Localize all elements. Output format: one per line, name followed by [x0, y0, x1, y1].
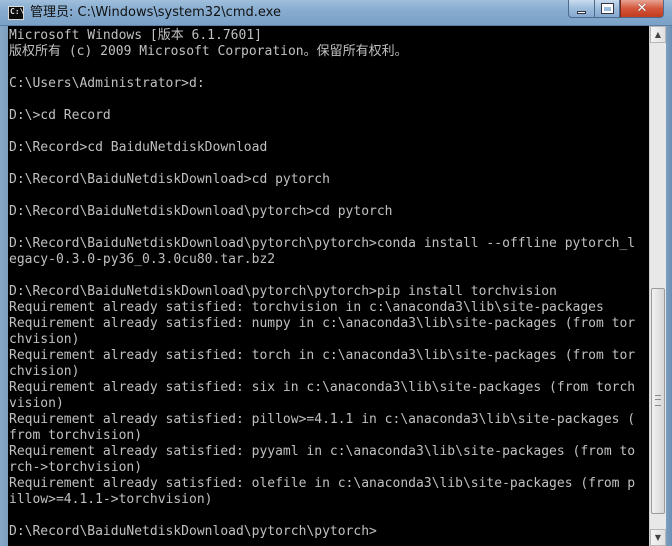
scroll-down-button[interactable]: ▼	[650, 529, 666, 546]
console-line: C:\Users\Administrator>d:	[9, 76, 205, 91]
title-bar[interactable]: C:\ 管理员: C:\Windows\system32\cmd.exe ✕	[0, 0, 672, 26]
scroll-up-icon: ▲	[654, 30, 662, 39]
cmd-icon[interactable]: C:\	[8, 6, 24, 20]
console-line: Requirement already satisfied: pillow>=4…	[9, 412, 636, 427]
console-line: 版权所有 (c) 2009 Microsoft Corporation。保留所有…	[9, 44, 408, 59]
console-line: chvision)	[9, 332, 80, 347]
maximize-button[interactable]	[594, 0, 620, 18]
cmd-icon-label: C:\	[10, 7, 25, 16]
close-button[interactable]: ✕	[620, 0, 664, 18]
minimize-button[interactable]	[568, 0, 594, 18]
vertical-scrollbar[interactable]: ▲ ▼	[649, 26, 666, 546]
console-line: Requirement already satisfied: olefile i…	[9, 476, 636, 491]
console-line: illow>=4.1.1->torchvision)	[9, 492, 213, 507]
console-line: D:\Record>cd BaiduNetdiskDownload	[9, 140, 268, 155]
minimize-icon	[577, 10, 586, 14]
close-icon: ✕	[636, 1, 648, 16]
console-line: chvision)	[9, 364, 80, 379]
console-line: D:\Record\BaiduNetdiskDownload\pytorch>c…	[9, 204, 393, 219]
console-line: D:\>cd Record	[9, 108, 111, 123]
scroll-down-icon: ▼	[654, 533, 662, 542]
caption-buttons: ✕	[568, 0, 664, 18]
console-line: Requirement already satisfied: torch in …	[9, 348, 636, 363]
thumb-grip-icon	[655, 395, 661, 406]
window-right-border	[666, 26, 672, 546]
console-line: D:\Record\BaiduNetdiskDownload\pytorch\p…	[9, 284, 557, 299]
console-line: Requirement already satisfied: torchvisi…	[9, 300, 604, 315]
console-line: Requirement already satisfied: pyyaml in…	[9, 444, 636, 459]
console-line: D:\Record\BaiduNetdiskDownload\pytorch\p…	[9, 236, 636, 251]
console-line: Requirement already satisfied: six in c:…	[9, 380, 636, 395]
cmd-window: C:\ 管理员: C:\Windows\system32\cmd.exe ✕ M…	[0, 0, 672, 546]
window-title: 管理员: C:\Windows\system32\cmd.exe	[30, 5, 281, 20]
window-left-border	[0, 26, 8, 546]
console-output[interactable]: Microsoft Windows [版本 6.1.7601] 版权所有 (c) …	[8, 26, 649, 546]
console-line: D:\Record\BaiduNetdiskDownload>cd pytorc…	[9, 172, 330, 187]
scroll-up-button[interactable]: ▲	[650, 26, 666, 43]
console-lines: Microsoft Windows [版本 6.1.7601] 版权所有 (c) …	[9, 28, 635, 540]
console-line: egacy-0.3.0-py36_0.3.0cu80.tar.bz2	[9, 252, 276, 267]
console-line: Microsoft Windows [版本 6.1.7601]	[9, 28, 262, 43]
console-line: Requirement already satisfied: numpy in …	[9, 316, 636, 331]
scroll-thumb[interactable]	[651, 288, 665, 514]
maximize-icon	[601, 4, 613, 13]
console-line: from torchvision)	[9, 428, 143, 443]
console-line: vision)	[9, 396, 64, 411]
console-line: rch->torchvision)	[9, 460, 143, 475]
console-line: D:\Record\BaiduNetdiskDownload\pytorch\p…	[9, 524, 377, 539]
